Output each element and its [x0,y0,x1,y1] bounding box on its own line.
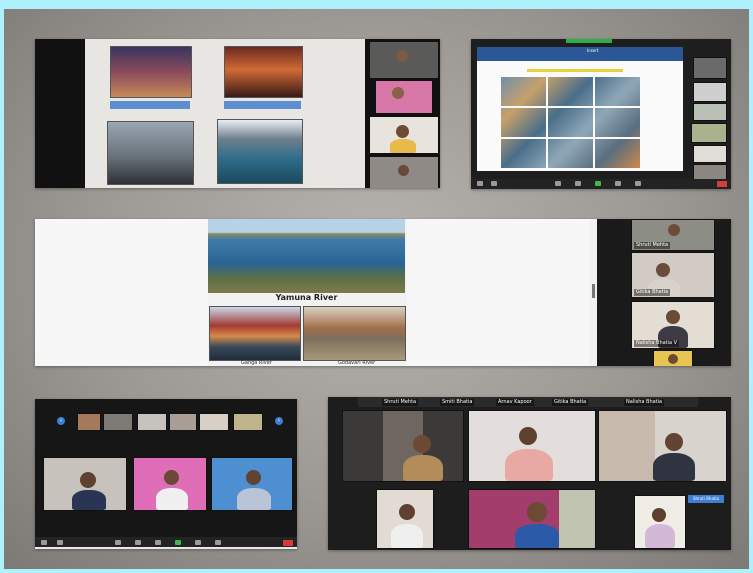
reactions-icon[interactable] [635,181,641,186]
chat-icon[interactable] [155,540,161,545]
panel-top-left [35,39,440,188]
highlight-strip [527,69,623,72]
photo-grid [501,76,641,168]
participant-tile[interactable] [598,410,727,482]
participant-tile[interactable] [369,156,439,188]
participant-tile[interactable] [342,410,464,482]
participants-icon[interactable] [555,181,561,186]
mute-icon[interactable] [41,540,47,545]
thumbnail-sea-mountain [217,119,303,184]
slide-title: Yamuna River [275,293,338,302]
chat-icon[interactable] [575,181,581,186]
strip-name: Smiti Bhatia [440,399,475,406]
record-icon[interactable] [615,181,621,186]
collage-background: Insert Yamuna River Ganga River Godavari… [4,9,749,569]
slide-photo-left [209,306,301,361]
participant-tile[interactable] [468,410,596,482]
mute-icon[interactable] [477,181,483,186]
participant-tile[interactable]: Gitika Bhatia [631,252,715,298]
panel-top-right: Insert [471,39,731,189]
panel-bottom-right: Shruti Mehta Smiti Bhatia Arnav Kapoor G… [328,397,731,550]
zoom-control-bar [471,179,731,189]
participant-tile[interactable] [169,413,197,431]
participant-tile[interactable] [211,457,293,511]
participant-tile[interactable] [376,489,434,549]
participant-tile[interactable] [199,413,229,431]
strip-name: Nalisha Bhatia [624,399,665,406]
participant-tile[interactable] [369,116,439,154]
strip-name: Arnav Kapoor [496,399,534,406]
panel-bottom-left: ‹ › [35,399,297,549]
video-icon[interactable] [491,181,497,186]
participant-tile[interactable] [693,82,727,102]
participant-tile[interactable] [369,41,439,79]
participant-tile[interactable] [133,457,207,511]
security-icon[interactable] [115,540,121,545]
ribbon-blue [477,47,683,61]
participant-tile[interactable] [468,489,596,549]
share-screen-icon[interactable] [175,540,181,545]
caption-bar-2 [224,101,301,109]
participant-name: Nalisha Bhatia V [634,340,680,347]
participant-tile[interactable] [103,413,133,431]
next-page-button[interactable]: › [275,417,283,425]
participant-tile[interactable] [653,350,693,366]
participant-tile[interactable] [137,413,167,431]
participant-tile[interactable] [693,103,727,121]
thumbnail-sunset [224,46,303,98]
participant-name: Gitika Bhatia [634,289,671,296]
participant-tile[interactable] [634,495,686,549]
slide-river-main [208,219,405,293]
participant-tile[interactable] [43,457,127,511]
reactions-icon[interactable] [215,540,221,545]
right-blank-area [407,219,589,366]
share-screen-icon[interactable] [595,181,601,186]
thumbnail-bridge [107,121,194,185]
taskbar [35,547,297,549]
participant-tile[interactable] [693,164,727,180]
participant-name: Shruti Mehta [634,242,671,249]
participant-tile[interactable] [691,123,727,143]
participant-tile[interactable]: Nalisha Bhatia V [631,301,715,349]
strip-name: Gitika Bhatia [552,399,589,406]
share-indicator [566,39,612,43]
strip-name: Shruti Mehta [382,399,419,406]
participant-tile[interactable] [693,57,727,79]
video-icon[interactable] [57,540,63,545]
caption-right: Godavari River [338,360,376,366]
ribbon-tab[interactable]: Insert [587,48,598,53]
resize-handle[interactable] [592,284,595,298]
record-icon[interactable] [195,540,201,545]
participant-tile[interactable] [693,145,727,163]
end-meeting-button[interactable] [283,540,293,546]
caption-left: Ganga River [241,360,272,366]
panel-middle: Yamuna River Ganga River Godavari River … [35,219,731,366]
thumbnail-city-night [110,46,192,98]
participant-tile[interactable] [375,80,433,114]
participant-tile[interactable] [233,413,263,431]
participants-icon[interactable] [135,540,141,545]
prev-page-button[interactable]: ‹ [57,417,65,425]
participant-tile[interactable]: Shruti Mehta [631,219,715,251]
active-speaker-tag: Shruti Bhatia [688,495,724,503]
caption-bar-1 [110,101,190,109]
slide-photo-right [303,306,406,361]
participant-tile[interactable] [77,413,101,431]
left-blank-area [35,219,208,366]
end-meeting-button[interactable] [717,181,727,187]
